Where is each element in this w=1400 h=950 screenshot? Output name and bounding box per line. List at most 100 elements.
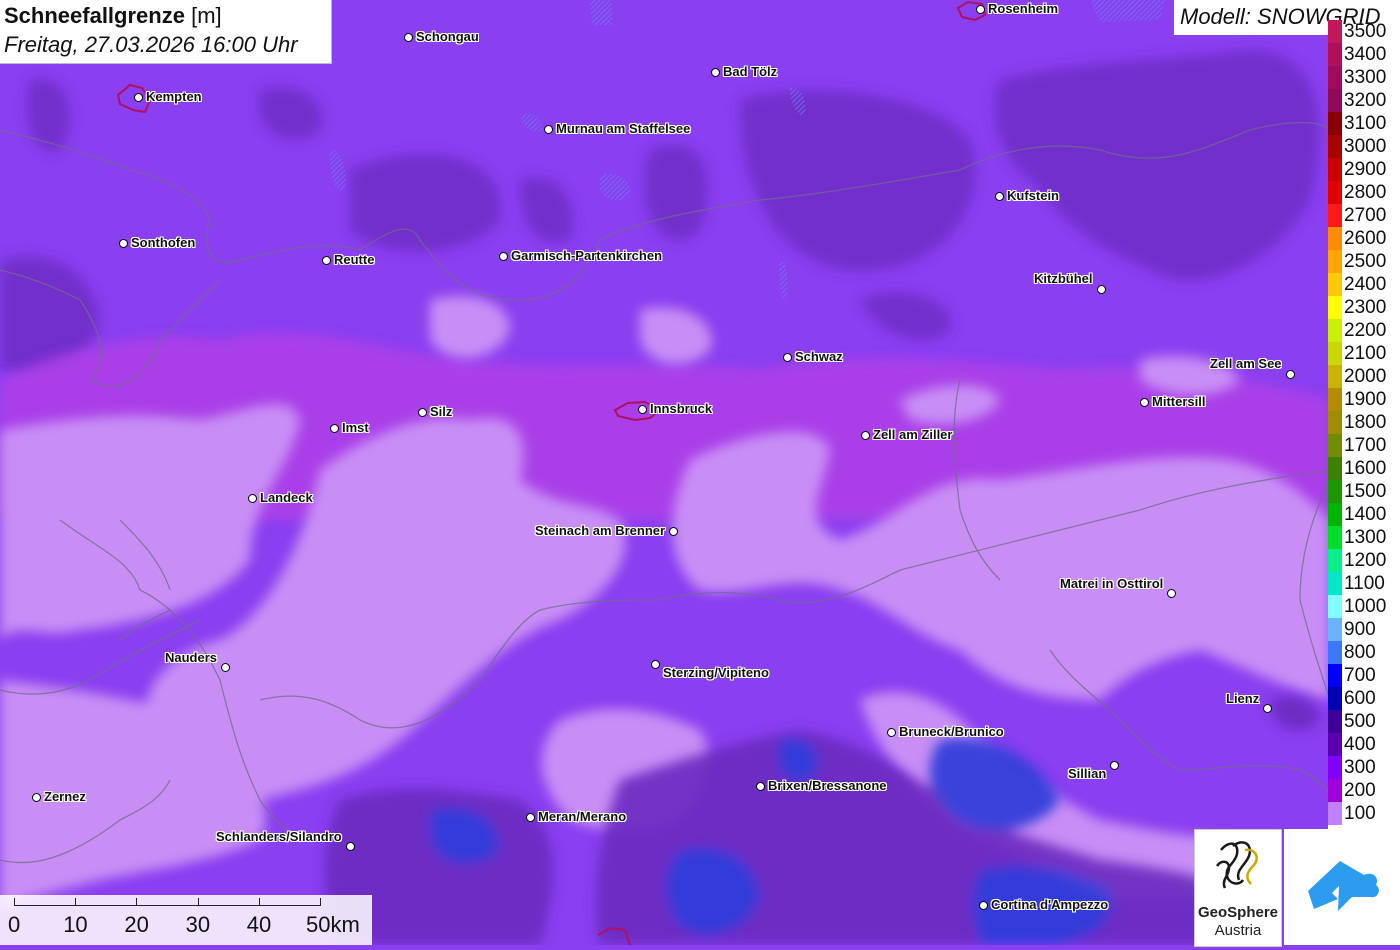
city-marker[interactable] — [418, 408, 427, 417]
legend-swatch — [1328, 112, 1342, 135]
city-label[interactable]: Reutte — [334, 252, 374, 267]
legend-swatch — [1328, 664, 1342, 687]
city-marker[interactable] — [1167, 589, 1176, 598]
city-label[interactable]: Bruneck/Brunico — [899, 724, 1004, 739]
legend-item: 1200 — [1328, 549, 1400, 572]
city-marker[interactable] — [134, 93, 143, 102]
city-marker[interactable] — [248, 494, 257, 503]
city-marker[interactable] — [1263, 704, 1272, 713]
city-marker[interactable] — [976, 5, 985, 14]
city-label[interactable]: Landeck — [260, 490, 313, 505]
city-label[interactable]: Lienz — [1226, 691, 1259, 706]
city-marker[interactable] — [638, 405, 647, 414]
city-marker[interactable] — [1140, 398, 1149, 407]
legend-item: 2800 — [1328, 181, 1400, 204]
city-marker[interactable] — [711, 68, 720, 77]
city-label[interactable]: Kufstein — [1007, 188, 1059, 203]
map-title-unit: [m] — [191, 3, 222, 28]
city-label[interactable]: Mittersill — [1152, 394, 1205, 409]
city-label[interactable]: Zernez — [44, 789, 86, 804]
city-marker[interactable] — [783, 353, 792, 362]
city-label[interactable]: Schwaz — [795, 349, 843, 364]
legend-swatch — [1328, 733, 1342, 756]
legend-label: 2100 — [1344, 343, 1387, 364]
city-marker[interactable] — [651, 660, 660, 669]
legend-label: 3100 — [1344, 113, 1387, 134]
city-label[interactable]: Schlanders/Silandro — [216, 829, 342, 844]
city-label[interactable]: Zell am See — [1210, 356, 1282, 371]
city-label[interactable]: Matrei in Osttirol — [1060, 576, 1163, 591]
city-marker[interactable] — [499, 252, 508, 261]
city-marker[interactable] — [887, 728, 896, 737]
city-label[interactable]: Rosenheim — [988, 1, 1058, 16]
legend-label: 3300 — [1344, 67, 1387, 88]
city-marker[interactable] — [756, 782, 765, 791]
legend-swatch — [1328, 710, 1342, 733]
legend-label: 900 — [1344, 619, 1376, 640]
city-marker[interactable] — [995, 192, 1004, 201]
city-marker[interactable] — [979, 901, 988, 910]
city-label[interactable]: Steinach am Brenner — [535, 523, 665, 538]
snowfall-limit-map[interactable] — [0, 0, 1400, 945]
city-marker[interactable] — [221, 663, 230, 672]
legend-swatch — [1328, 434, 1342, 457]
city-label[interactable]: Meran/Merano — [538, 809, 626, 824]
city-label[interactable]: Schongau — [416, 29, 479, 44]
city-label[interactable]: Bad Tölz — [723, 64, 777, 79]
city-label[interactable]: Murnau am Staffelsee — [556, 121, 690, 136]
legend-swatch — [1328, 158, 1342, 181]
city-marker[interactable] — [1110, 761, 1119, 770]
city-marker[interactable] — [861, 431, 870, 440]
legend-swatch — [1328, 779, 1342, 802]
legend-swatch — [1328, 687, 1342, 710]
legend-swatch — [1328, 411, 1342, 434]
city-label[interactable]: Garmisch-Partenkirchen — [511, 248, 662, 263]
geosphere-austria-logo[interactable]: GeoSphere Austria — [1194, 829, 1282, 947]
legend-item: 2600 — [1328, 227, 1400, 250]
legend-item: 3000 — [1328, 135, 1400, 158]
map-title: Schneefallgrenze [m] — [4, 3, 222, 29]
city-label[interactable]: Nauders — [165, 650, 217, 665]
legend-swatch — [1328, 66, 1342, 89]
city-label[interactable]: Silz — [430, 404, 452, 419]
legend-swatch — [1328, 20, 1342, 43]
legend-item: 200 — [1328, 779, 1400, 802]
city-marker[interactable] — [1097, 285, 1106, 294]
city-label[interactable]: Sterzing/Vipiteno — [663, 665, 769, 680]
legend-label: 1300 — [1344, 527, 1387, 548]
city-marker[interactable] — [1286, 370, 1295, 379]
city-label[interactable]: Kempten — [146, 89, 202, 104]
city-label[interactable]: Zell am Ziller — [873, 427, 952, 442]
weather-app-logo[interactable] — [1284, 829, 1400, 945]
legend-label: 800 — [1344, 642, 1376, 663]
city-marker[interactable] — [346, 842, 355, 851]
legend-label: 3400 — [1344, 44, 1387, 65]
city-label[interactable]: Kitzbühel — [1034, 271, 1093, 286]
city-marker[interactable] — [330, 424, 339, 433]
legend-label: 2700 — [1344, 205, 1387, 226]
city-label[interactable]: Innsbruck — [650, 401, 712, 416]
legend-item: 1600 — [1328, 457, 1400, 480]
city-marker[interactable] — [119, 239, 128, 248]
scale-bar-label: 0 — [8, 912, 21, 937]
city-marker[interactable] — [544, 125, 553, 134]
legend-item: 600 — [1328, 687, 1400, 710]
city-marker[interactable] — [32, 793, 41, 802]
legend-label: 300 — [1344, 757, 1376, 778]
city-label[interactable]: Sonthofen — [131, 235, 195, 250]
legend-swatch — [1328, 480, 1342, 503]
legend-label: 1800 — [1344, 412, 1387, 433]
city-label[interactable]: Cortina d'Ampezzo — [991, 897, 1108, 912]
city-marker[interactable] — [322, 256, 331, 265]
city-label[interactable]: Sillian — [1068, 766, 1106, 781]
legend-item: 100 — [1328, 802, 1400, 825]
city-label[interactable]: Brixen/Bressanone — [768, 778, 887, 793]
legend-swatch — [1328, 43, 1342, 66]
city-label[interactable]: Imst — [342, 420, 369, 435]
city-marker[interactable] — [669, 527, 678, 536]
legend-label: 1100 — [1344, 573, 1385, 594]
legend-item: 900 — [1328, 618, 1400, 641]
scale-bar-label: 40 — [246, 912, 272, 937]
city-marker[interactable] — [404, 33, 413, 42]
city-marker[interactable] — [526, 813, 535, 822]
